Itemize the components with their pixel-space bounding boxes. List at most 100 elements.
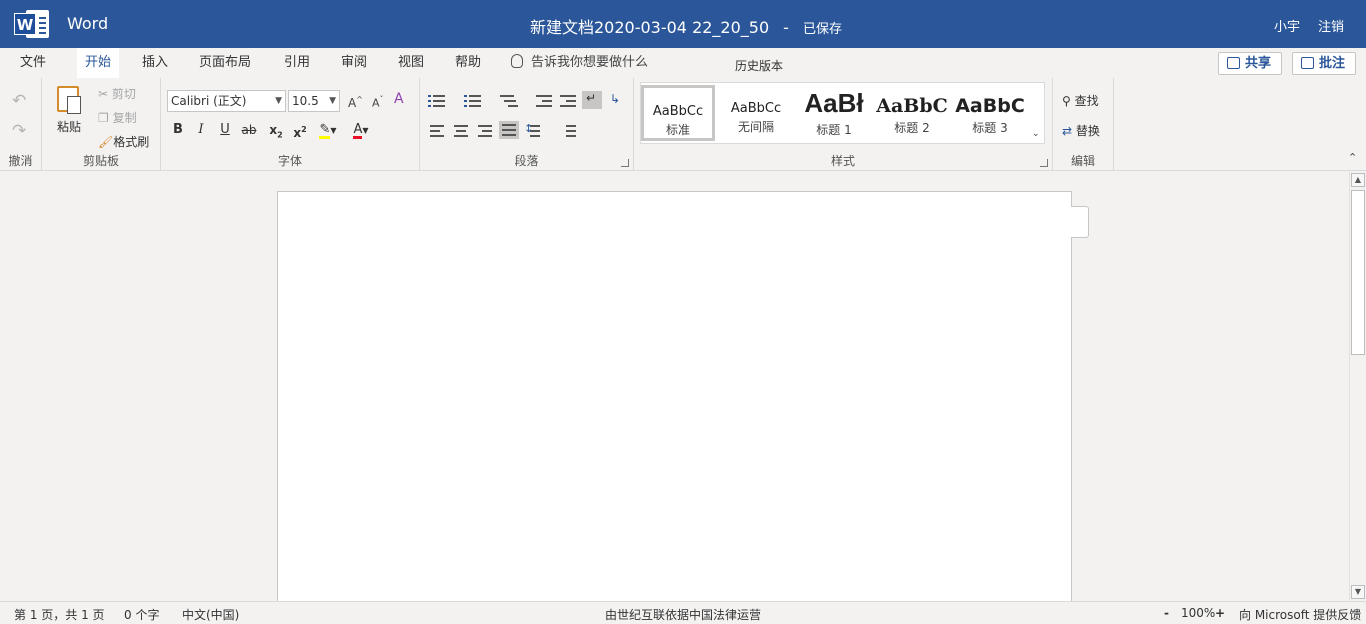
styles-launcher-icon[interactable] bbox=[1040, 159, 1048, 167]
share-button[interactable]: 共享 bbox=[1218, 52, 1282, 75]
line-spacing-icon[interactable]: ↕ bbox=[524, 122, 544, 140]
style-name: 标题 2 bbox=[894, 121, 930, 135]
style-name: 标题 1 bbox=[816, 123, 852, 137]
redo-icon[interactable]: ↷ bbox=[12, 123, 26, 140]
document-title[interactable]: 新建文档2020-03-04 22_20_50- 已保存 bbox=[530, 14, 842, 38]
tab-review[interactable]: 审阅 bbox=[333, 48, 375, 78]
feedback-link[interactable]: 向 Microsoft 提供反馈 bbox=[1239, 606, 1361, 623]
style-no-spacing[interactable]: AaBbCc 无间隔 bbox=[719, 85, 793, 141]
zoom-in-button[interactable]: + bbox=[1215, 606, 1225, 620]
collapse-ribbon-icon[interactable]: ⌃ bbox=[1348, 150, 1357, 166]
zoom-level[interactable]: 100% bbox=[1181, 606, 1215, 620]
underline-icon[interactable]: U bbox=[216, 121, 234, 139]
scroll-down-icon[interactable]: ▼ bbox=[1351, 585, 1365, 599]
chevron-down-icon: ▼ bbox=[329, 96, 336, 106]
highlight-color-button[interactable]: ✎▼ bbox=[315, 121, 341, 139]
brush-icon: 🖌 bbox=[98, 135, 114, 149]
tab-references[interactable]: 引用 bbox=[276, 48, 318, 78]
format-painter-button[interactable]: 🖌格式刷 bbox=[98, 133, 149, 150]
document-name[interactable]: 新建文档2020-03-04 22_20_50 bbox=[530, 18, 769, 37]
font-family-value: Calibri (正文) bbox=[171, 94, 247, 108]
tab-help[interactable]: 帮助 bbox=[447, 48, 489, 78]
show-marks-icon[interactable]: ↵ bbox=[582, 91, 602, 109]
styles-group-label: 样式 bbox=[830, 154, 855, 168]
replace-button[interactable]: ⇄ 替换 bbox=[1062, 122, 1100, 139]
app-name[interactable]: Word bbox=[67, 14, 108, 33]
scroll-thumb[interactable] bbox=[1351, 190, 1365, 355]
logout-link[interactable]: 注销 bbox=[1318, 16, 1344, 35]
scissors-icon: ✂ bbox=[98, 87, 112, 101]
superscript-icon[interactable]: x2 bbox=[291, 121, 309, 140]
operator-notice: 由世纪互联依据中国法律运营 bbox=[605, 608, 762, 622]
grow-font-icon[interactable]: A^ bbox=[348, 92, 363, 111]
style-sample: AaBbC bbox=[955, 95, 1025, 117]
scroll-up-icon[interactable]: ▲ bbox=[1351, 173, 1365, 187]
align-right-icon[interactable] bbox=[476, 122, 496, 140]
font-size-select[interactable]: 10.5 ▼ bbox=[288, 90, 340, 112]
align-left-icon[interactable] bbox=[428, 122, 448, 140]
cut-button[interactable]: ✂ 剪切 bbox=[98, 85, 136, 102]
decrease-indent-icon[interactable] bbox=[534, 92, 554, 110]
clear-formatting-icon[interactable]: A bbox=[394, 91, 404, 107]
comments-label: 批注 bbox=[1319, 56, 1346, 71]
font-size-value: 10.5 bbox=[292, 94, 319, 108]
italic-icon[interactable]: I bbox=[192, 121, 210, 139]
highlighter-icon: ✎ bbox=[319, 122, 331, 139]
tell-me-search[interactable]: 告诉我你想要做什么 bbox=[511, 48, 648, 78]
subscript-icon[interactable]: x2 bbox=[267, 121, 285, 139]
shrink-font-icon[interactable]: Aˇ bbox=[372, 92, 384, 112]
justify-icon[interactable] bbox=[499, 121, 519, 139]
tab-file[interactable]: 文件 bbox=[12, 48, 54, 78]
chevron-down-icon: ▼ bbox=[362, 126, 369, 135]
font-family-select[interactable]: Calibri (正文) ▼ bbox=[167, 90, 286, 112]
text-direction-icon[interactable]: ↳ bbox=[608, 92, 628, 110]
copy-button[interactable]: ❐ 复制 bbox=[98, 109, 137, 126]
user-name[interactable]: 小宇 bbox=[1274, 16, 1300, 35]
style-heading-3[interactable]: AaBbC 标题 3 bbox=[953, 85, 1027, 141]
paragraph-spacing-icon[interactable] bbox=[560, 122, 580, 140]
multilevel-list-icon[interactable] bbox=[500, 92, 520, 110]
style-sample: AaBbCc bbox=[730, 101, 782, 116]
font-group-label: 字体 bbox=[277, 154, 302, 168]
paragraph-launcher-icon[interactable] bbox=[621, 159, 629, 167]
ribbon: ↶ ↷ 撤消 粘贴 ✂ 剪切 ❐ 复制 🖌格式刷 剪贴板 Calibri (正文… bbox=[0, 78, 1366, 171]
comment-pane-tab[interactable] bbox=[1071, 206, 1089, 238]
tab-home[interactable]: 开始 bbox=[77, 48, 120, 78]
paste-button[interactable]: 粘贴 bbox=[52, 84, 88, 136]
chevron-down-icon: ▼ bbox=[330, 126, 337, 135]
bullets-icon[interactable] bbox=[428, 92, 448, 110]
style-heading-2[interactable]: AaBbC 标题 2 bbox=[875, 85, 949, 141]
word-logo-icon[interactable]: W bbox=[14, 8, 50, 40]
style-sample: AaBbC bbox=[876, 95, 948, 117]
style-heading-1[interactable]: AaBł 标题 1 bbox=[797, 85, 871, 141]
tab-view[interactable]: 视图 bbox=[390, 48, 432, 78]
share-icon bbox=[1227, 57, 1240, 69]
magnifier-icon: ⚲ bbox=[1062, 94, 1075, 108]
comments-button[interactable]: 批注 bbox=[1292, 52, 1356, 75]
language[interactable]: 中文(中国) bbox=[182, 606, 239, 623]
clipboard-group-label: 剪贴板 bbox=[82, 154, 119, 168]
strikethrough-icon[interactable]: ab bbox=[240, 121, 258, 139]
find-label: 查找 bbox=[1074, 94, 1099, 108]
numbering-icon[interactable] bbox=[464, 92, 484, 110]
document-page[interactable] bbox=[277, 191, 1072, 611]
copy-icon: ❐ bbox=[98, 111, 113, 125]
find-button[interactable]: ⚲ 查找 bbox=[1062, 92, 1099, 109]
styles-more-icon[interactable]: ⌄ bbox=[1032, 126, 1040, 142]
style-normal[interactable]: AaBbCc 标准 bbox=[641, 85, 715, 141]
document-canvas[interactable] bbox=[0, 172, 1349, 611]
share-label: 共享 bbox=[1245, 56, 1272, 71]
tab-insert[interactable]: 插入 bbox=[134, 48, 176, 78]
editing-group-label: 编辑 bbox=[1070, 154, 1095, 168]
vertical-scrollbar[interactable]: ▲ ▼ bbox=[1349, 172, 1366, 601]
paste-label: 粘贴 bbox=[57, 120, 82, 134]
tab-layout[interactable]: 页面布局 bbox=[191, 48, 259, 78]
zoom-out-button[interactable]: - bbox=[1164, 606, 1169, 620]
increase-indent-icon[interactable] bbox=[558, 92, 578, 110]
align-center-icon[interactable] bbox=[452, 122, 472, 140]
word-count[interactable]: 0 个字 bbox=[124, 606, 159, 623]
bold-icon[interactable]: B bbox=[169, 121, 187, 139]
history-link[interactable]: 历史版本 bbox=[735, 57, 783, 74]
font-color-button[interactable]: A▼ bbox=[348, 121, 374, 139]
undo-icon[interactable]: ↶ bbox=[12, 93, 26, 110]
